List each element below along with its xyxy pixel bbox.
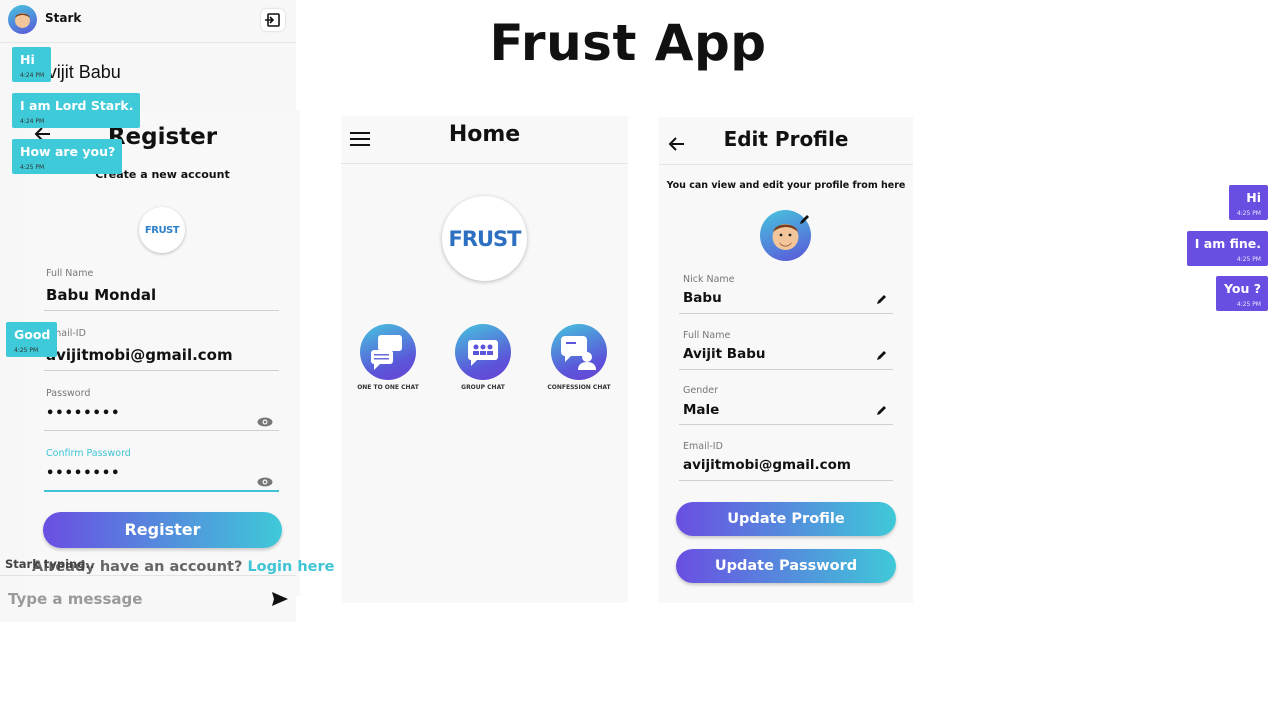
fullname-field[interactable]: Babu Mondal: [46, 286, 156, 304]
email-underline: [679, 480, 893, 481]
message-bubble: You ? 4:25 PM: [1216, 276, 1268, 311]
logo-text: FRUST: [448, 226, 521, 251]
register-button[interactable]: Register: [43, 512, 282, 548]
confession-chat-label: CONFESSION CHAT: [547, 384, 611, 391]
message-bubble: I am fine. 4:25 PM: [1186, 231, 1268, 266]
message-text: You ?: [1224, 281, 1261, 296]
message-text: Good: [14, 327, 51, 342]
header-divider: [341, 163, 628, 164]
header-divider: [0, 42, 296, 43]
fullname-label: Full Name: [46, 268, 94, 279]
logout-icon[interactable]: [261, 9, 285, 31]
message-text: Hi: [20, 52, 35, 67]
app-logo: FRUST: [442, 196, 527, 281]
message-input[interactable]: Type a message: [8, 590, 142, 608]
message-time: 4:24 PM: [20, 72, 45, 79]
contact-avatar[interactable]: [8, 5, 37, 34]
eye-icon[interactable]: [257, 412, 273, 427]
fullname-field[interactable]: Avijit Babu: [683, 346, 765, 362]
eye-icon[interactable]: [257, 472, 273, 487]
nickname-field[interactable]: Babu: [683, 290, 722, 306]
email-field[interactable]: avijitmobi@gmail.com: [683, 457, 851, 473]
message-time: 4:25 PM: [14, 347, 39, 354]
edit-profile-screen: Edit Profile You can view and edit your …: [659, 117, 913, 603]
chat-bubbles-icon: [371, 335, 402, 370]
message-bubble: Hi 4:25 PM: [1228, 185, 1268, 220]
send-icon[interactable]: [271, 591, 289, 611]
home-title: Home: [448, 122, 521, 147]
confession-chat-icon: [561, 336, 596, 370]
nickname-label: Nick Name: [683, 274, 735, 285]
email-field[interactable]: avijitmobi@gmail.com: [46, 346, 233, 364]
login-link[interactable]: Login here: [247, 559, 334, 575]
fullname-underline: [679, 369, 893, 370]
update-profile-button[interactable]: Update Profile: [676, 502, 896, 536]
edit-gender-pencil-icon[interactable]: [876, 401, 888, 415]
one-to-one-chat-label: ONE TO ONE CHAT: [357, 384, 419, 391]
email-underline: [44, 370, 279, 371]
gender-field[interactable]: Male: [683, 402, 719, 418]
confirm-password-underline: [44, 490, 279, 492]
edit-profile-title: Edit Profile: [723, 127, 849, 151]
typing-indicator: Stark typing..: [5, 557, 95, 571]
message-time: 4:25 PM: [1236, 301, 1261, 308]
message-time: 4:25 PM: [1236, 256, 1261, 263]
gender-label: Gender: [683, 385, 719, 396]
header-divider: [659, 164, 913, 165]
confirm-password-field[interactable]: ••••••••: [46, 466, 120, 481]
home-screen: Home FRUST ONE TO ONE CHAT GROUP CHAT CO…: [341, 116, 628, 603]
edit-nickname-pencil-icon[interactable]: [876, 290, 888, 304]
update-password-button[interactable]: Update Password: [676, 549, 896, 583]
group-chat-button[interactable]: [455, 324, 511, 380]
edit-avatar-pencil-icon[interactable]: [799, 210, 811, 224]
logo-text: FRUST: [144, 224, 180, 236]
fullname-label: Full Name: [683, 330, 731, 341]
edit-fullname-pencil-icon[interactable]: [876, 346, 888, 360]
register-screen: Register Create a new account FRUST Full…: [25, 110, 335, 596]
password-underline: [44, 430, 279, 431]
password-label: Password: [46, 388, 91, 399]
message-text: I am Lord Stark.: [20, 98, 134, 113]
group-chat-icon: [468, 340, 498, 366]
message-time: 4:24 PM: [20, 118, 45, 125]
email-label: Email-ID: [683, 441, 723, 452]
message-bubble: Hi 4:24 PM: [12, 47, 52, 82]
message-text: I am fine.: [1194, 236, 1261, 251]
fullname-underline: [44, 310, 279, 311]
confirm-password-label: Confirm Password: [46, 448, 131, 459]
message-time: 4:25 PM: [20, 164, 45, 171]
password-field[interactable]: ••••••••: [46, 406, 120, 421]
page-title: Frust App: [489, 14, 767, 72]
gender-underline: [679, 424, 893, 425]
message-text: Hi: [1246, 190, 1261, 205]
message-bubble: I am Lord Stark. 4:24 PM: [12, 93, 141, 128]
confession-chat-button[interactable]: [551, 324, 607, 380]
message-text: How are you?: [20, 144, 116, 159]
nickname-underline: [679, 313, 893, 314]
contact-name: Stark: [45, 11, 82, 25]
message-time: 4:25 PM: [1236, 210, 1261, 217]
one-to-one-chat-button[interactable]: [360, 324, 416, 380]
app-logo: FRUST: [139, 207, 185, 253]
edit-profile-subtitle: You can view and edit your profile from …: [666, 180, 906, 191]
message-bubble: How are you? 4:25 PM: [12, 139, 123, 174]
composer-divider: [0, 575, 296, 576]
message-bubble: Good 4:25 PM: [6, 322, 58, 357]
group-chat-label: GROUP CHAT: [461, 384, 505, 391]
